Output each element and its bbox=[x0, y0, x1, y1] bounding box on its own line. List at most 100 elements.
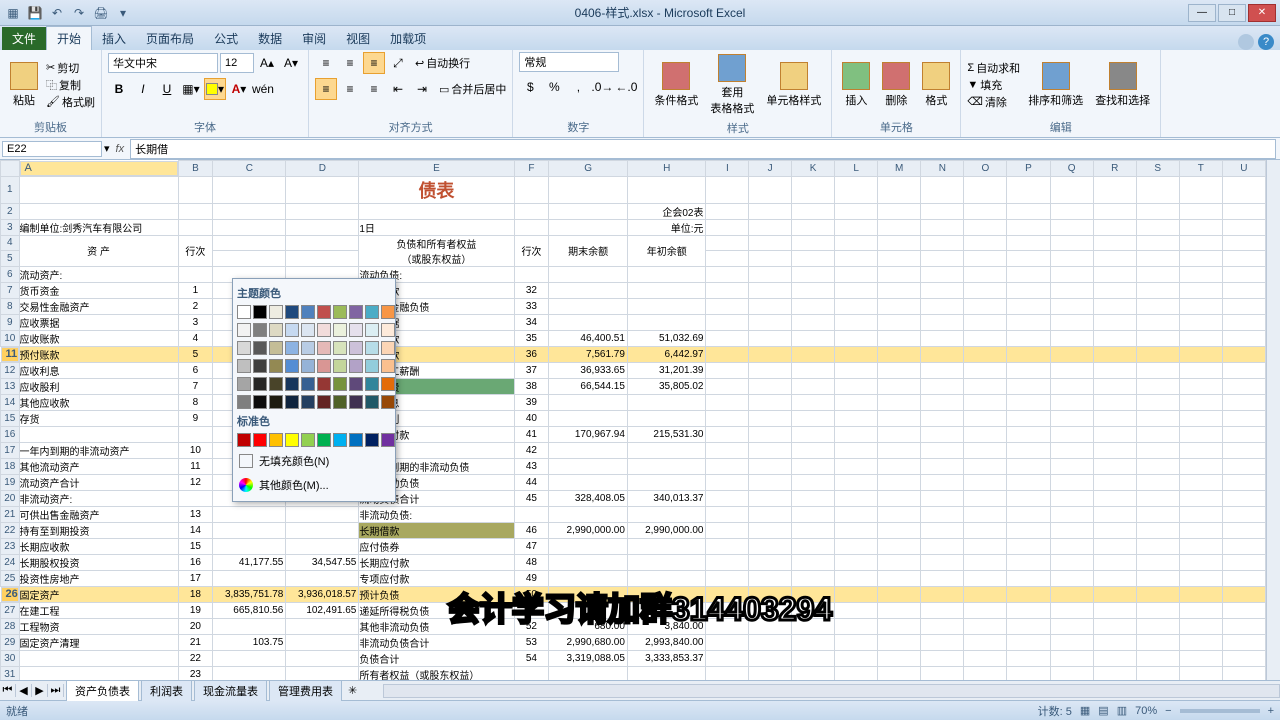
color-swatch[interactable] bbox=[365, 395, 379, 409]
paste-button[interactable]: 粘贴 bbox=[6, 60, 42, 110]
close-button[interactable]: ✕ bbox=[1248, 4, 1276, 22]
comma-icon[interactable]: , bbox=[567, 76, 589, 98]
col-header[interactable]: N bbox=[921, 161, 964, 177]
color-swatch[interactable] bbox=[285, 377, 299, 391]
color-swatch[interactable] bbox=[349, 305, 363, 319]
align-left-icon[interactable]: ≡ bbox=[315, 78, 337, 100]
sheet-tab[interactable]: 管理费用表 bbox=[269, 680, 342, 701]
sort-filter-button[interactable]: 排序和筛选 bbox=[1024, 60, 1087, 110]
col-header[interactable]: G bbox=[549, 161, 628, 177]
col-header[interactable]: S bbox=[1136, 161, 1179, 177]
row-header[interactable]: 24 bbox=[1, 554, 20, 570]
row-header[interactable]: 7 bbox=[1, 282, 20, 298]
row-header[interactable]: 13 bbox=[1, 378, 20, 394]
color-swatch[interactable] bbox=[269, 395, 283, 409]
clear-button[interactable]: ⌫清除 bbox=[967, 94, 1020, 110]
color-swatch[interactable] bbox=[285, 433, 299, 447]
color-swatch[interactable] bbox=[317, 341, 331, 355]
italic-button[interactable]: I bbox=[132, 78, 154, 100]
cell-styles-button[interactable]: 单元格样式 bbox=[762, 60, 825, 110]
qat-more-icon[interactable]: ▾ bbox=[114, 4, 132, 22]
underline-button[interactable]: U bbox=[156, 78, 178, 100]
find-select-button[interactable]: 查找和选择 bbox=[1091, 60, 1154, 110]
zoom-in-icon[interactable]: + bbox=[1268, 705, 1274, 717]
row-header[interactable]: 27 bbox=[1, 602, 20, 618]
select-all-corner[interactable] bbox=[1, 161, 20, 177]
grow-font-icon[interactable]: A▴ bbox=[256, 52, 278, 74]
color-swatch[interactable] bbox=[301, 323, 315, 337]
more-colors-item[interactable]: 其他颜色(M)... bbox=[237, 473, 391, 497]
color-swatch[interactable] bbox=[285, 341, 299, 355]
color-swatch[interactable] bbox=[349, 395, 363, 409]
color-swatch[interactable] bbox=[381, 395, 395, 409]
align-top-icon[interactable]: ≡ bbox=[315, 52, 337, 74]
color-swatch[interactable] bbox=[333, 305, 347, 319]
font-size-select[interactable]: 12 bbox=[220, 53, 254, 73]
color-swatch[interactable] bbox=[253, 359, 267, 373]
col-header[interactable]: L bbox=[835, 161, 878, 177]
color-swatch[interactable] bbox=[365, 305, 379, 319]
col-header[interactable]: U bbox=[1222, 161, 1265, 177]
row-header[interactable]: 15 bbox=[1, 410, 20, 426]
color-swatch[interactable] bbox=[285, 395, 299, 409]
color-swatch[interactable] bbox=[381, 433, 395, 447]
number-format-select[interactable]: 常规 bbox=[519, 52, 619, 72]
new-sheet-icon[interactable]: ✳ bbox=[342, 684, 363, 697]
bold-button[interactable]: B bbox=[108, 78, 130, 100]
col-header[interactable]: C bbox=[213, 161, 286, 177]
insert-cell-button[interactable]: 插入 bbox=[838, 60, 874, 110]
border-button[interactable]: ▦▾ bbox=[180, 78, 202, 100]
row-header[interactable]: 28 bbox=[1, 618, 20, 634]
col-header[interactable]: T bbox=[1179, 161, 1222, 177]
color-swatch[interactable] bbox=[317, 323, 331, 337]
color-swatch[interactable] bbox=[269, 341, 283, 355]
sheet-tab[interactable]: 利润表 bbox=[141, 680, 192, 701]
color-swatch[interactable] bbox=[285, 305, 299, 319]
color-swatch[interactable] bbox=[301, 341, 315, 355]
table-format-button[interactable]: 套用 表格格式 bbox=[706, 52, 758, 118]
row-header[interactable]: 14 bbox=[1, 394, 20, 410]
orientation-icon[interactable]: ⤢ bbox=[387, 52, 409, 74]
color-swatch[interactable] bbox=[253, 323, 267, 337]
color-swatch[interactable] bbox=[301, 433, 315, 447]
color-swatch[interactable] bbox=[333, 377, 347, 391]
tab-file[interactable]: 文件 bbox=[2, 27, 46, 50]
color-swatch[interactable] bbox=[301, 305, 315, 319]
color-swatch[interactable] bbox=[269, 433, 283, 447]
currency-icon[interactable]: $ bbox=[519, 76, 541, 98]
color-swatch[interactable] bbox=[237, 305, 251, 319]
color-swatch[interactable] bbox=[349, 341, 363, 355]
row-header[interactable]: 9 bbox=[1, 314, 20, 330]
align-mid-icon[interactable]: ≡ bbox=[339, 52, 361, 74]
maximize-button[interactable]: □ bbox=[1218, 4, 1246, 22]
inc-decimal-icon[interactable]: .0→ bbox=[591, 76, 613, 98]
color-swatch[interactable] bbox=[237, 377, 251, 391]
view-layout-icon[interactable]: ▤ bbox=[1098, 704, 1108, 717]
col-header[interactable]: O bbox=[964, 161, 1007, 177]
font-name-select[interactable]: 华文中宋 bbox=[108, 53, 218, 73]
tab-insert[interactable]: 插入 bbox=[92, 27, 136, 50]
row-header[interactable]: 20 bbox=[1, 490, 20, 506]
tab-nav-last-icon[interactable]: ⏭ bbox=[48, 684, 64, 697]
col-header[interactable]: D bbox=[286, 161, 359, 177]
sheet-tab[interactable]: 资产负债表 bbox=[66, 680, 139, 701]
color-swatch[interactable] bbox=[349, 359, 363, 373]
conditional-format-button[interactable]: 条件格式 bbox=[650, 60, 702, 110]
color-swatch[interactable] bbox=[269, 377, 283, 391]
color-swatch[interactable] bbox=[349, 433, 363, 447]
col-header[interactable]: M bbox=[878, 161, 921, 177]
row-header[interactable]: 19 bbox=[1, 474, 20, 490]
minimize-ribbon-icon[interactable] bbox=[1238, 34, 1254, 50]
col-header[interactable]: F bbox=[514, 161, 549, 177]
color-swatch[interactable] bbox=[317, 377, 331, 391]
painter-button[interactable]: 🖌格式刷 bbox=[46, 94, 95, 110]
color-swatch[interactable] bbox=[333, 323, 347, 337]
color-swatch[interactable] bbox=[317, 305, 331, 319]
row-header[interactable]: 17 bbox=[1, 442, 20, 458]
col-header[interactable]: B bbox=[178, 161, 213, 177]
color-swatch[interactable] bbox=[333, 395, 347, 409]
view-normal-icon[interactable]: ▦ bbox=[1080, 704, 1090, 717]
tab-layout[interactable]: 页面布局 bbox=[136, 27, 204, 50]
color-swatch[interactable] bbox=[237, 341, 251, 355]
print-icon[interactable]: 🖨 bbox=[92, 4, 110, 22]
